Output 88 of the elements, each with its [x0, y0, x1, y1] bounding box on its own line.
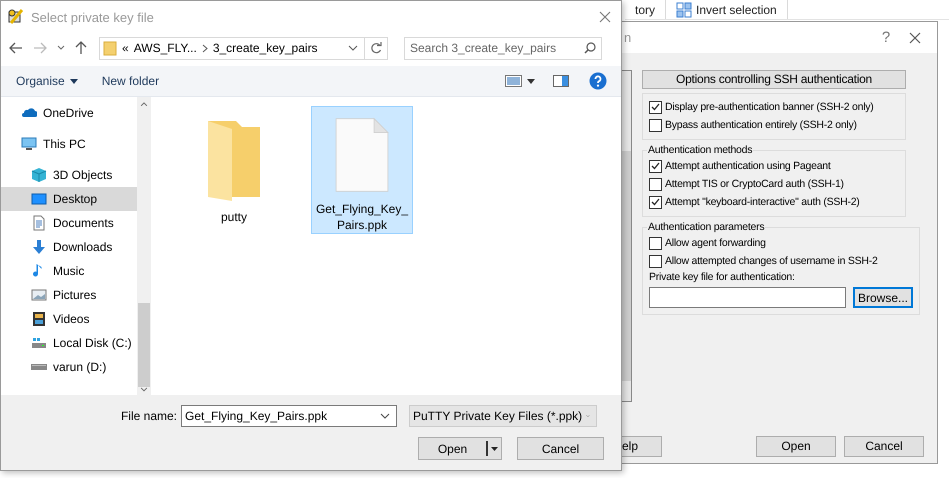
file-item[interactable]: putty: [183, 106, 285, 234]
chevron-down-icon[interactable]: [348, 44, 358, 52]
nav-item[interactable]: Local Disk (C:): [1, 331, 137, 355]
window-title: n: [624, 30, 632, 45]
nav-item[interactable]: Desktop: [1, 187, 137, 211]
checkbox[interactable]: [649, 160, 662, 172]
checkbox-label[interactable]: Attempt authentication using Pageant: [665, 160, 831, 172]
caret-icon: [70, 78, 78, 84]
close-icon[interactable]: [909, 32, 921, 44]
key-icon: [7, 8, 25, 26]
ribbon-button[interactable]: tory: [635, 2, 656, 16]
preview-pane-icon[interactable]: [553, 74, 569, 88]
breadcrumb-overflow[interactable]: «: [122, 41, 129, 55]
checkbox-label[interactable]: Attempt "keyboard-interactive" auth (SSH-2): [665, 196, 860, 208]
cancel-button[interactable]: Cancel: [517, 437, 604, 460]
checkbox[interactable]: [649, 118, 662, 132]
check-icon: [651, 162, 660, 170]
open-button[interactable]: Open: [418, 437, 502, 460]
scrollbar[interactable]: [622, 70, 632, 402]
search-icon: [584, 42, 596, 54]
close-icon[interactable]: [599, 11, 611, 23]
nav-item[interactable]: Downloads: [1, 235, 137, 259]
nav-item[interactable]: OneDrive: [1, 101, 137, 125]
breadcrumb[interactable]: AWS_FLY...: [134, 41, 197, 55]
checkbox[interactable]: [649, 100, 662, 114]
file-type-dropdown[interactable]: PuTTY Private Key Files (*.ppk): [409, 405, 597, 427]
nav-item[interactable]: Documents: [1, 211, 137, 235]
help-icon[interactable]: [589, 72, 607, 90]
search-field[interactable]: Search 3_create_key_pairs: [404, 36, 602, 60]
chevron-right-icon: [202, 44, 208, 52]
checkbox[interactable]: [649, 196, 662, 208]
dialog-button[interactable]: Open: [756, 436, 836, 456]
nav-item[interactable]: Music: [1, 259, 137, 283]
scroll-up-icon[interactable]: [140, 102, 148, 107]
browse-button[interactable]: Browse...: [853, 287, 913, 308]
caret-icon: [491, 446, 498, 450]
field-label: Private key file for authentication:: [649, 271, 796, 283]
nav-item[interactable]: 3D Objects: [1, 163, 137, 187]
checkbox-label[interactable]: Bypass authentication entirely (SSH-2 only): [665, 119, 857, 131]
file-item[interactable]: Get_Flying_Key_Pairs.ppk: [311, 106, 413, 234]
scrollbar[interactable]: [137, 97, 151, 395]
help-button[interactable]: ?: [871, 29, 901, 46]
nav-item[interactable]: varun (D:): [1, 355, 137, 379]
ribbon-button[interactable]: Invert selection: [696, 2, 777, 16]
hard-drive-icon: [31, 364, 47, 370]
toolbar-button[interactable]: New folder: [102, 74, 160, 88]
up-arrow-icon[interactable]: [75, 41, 87, 55]
scrollbar-thumb[interactable]: [138, 302, 150, 388]
toolbar-button[interactable]: Organise: [16, 74, 78, 88]
picture-icon: [31, 287, 47, 303]
checkbox[interactable]: [649, 178, 662, 190]
desktop-icon: [31, 191, 47, 207]
monitor-icon: [21, 136, 37, 152]
file-name-field[interactable]: Get_Flying_Key_Pairs.ppk: [181, 405, 397, 427]
nav-item[interactable]: Videos: [1, 307, 137, 331]
folder-icon: [103, 40, 117, 56]
breadcrumb[interactable]: 3_create_key_pairs: [212, 41, 318, 55]
input-field[interactable]: [649, 287, 846, 308]
document-icon: [31, 215, 47, 231]
chevron-down-icon: [380, 413, 390, 419]
checkbox[interactable]: [649, 254, 662, 268]
download-arrow-icon: [31, 239, 47, 255]
back-arrow-icon[interactable]: [9, 42, 23, 54]
checkbox-label[interactable]: Allow agent forwarding: [665, 237, 766, 249]
cube-icon: [31, 167, 47, 183]
address-bar[interactable]: « AWS_FLY... 3_create_key_pairs: [99, 36, 388, 60]
refresh-icon[interactable]: [370, 42, 382, 54]
dialog-button[interactable]: elp: [622, 436, 662, 456]
group-title: Authentication parameters: [647, 221, 766, 233]
scroll-down-icon[interactable]: [140, 387, 148, 392]
field-label: File name:: [120, 409, 178, 423]
section-header: Options controlling SSH authentication: [642, 70, 906, 89]
dialog-button[interactable]: Cancel: [844, 436, 924, 456]
nav-item[interactable]: This PC: [1, 132, 137, 156]
checkbox[interactable]: [649, 236, 662, 250]
check-icon: [651, 103, 660, 111]
nav-item[interactable]: Pictures: [1, 283, 137, 307]
scrollbar-thumb[interactable]: [622, 151, 631, 381]
checkbox-label[interactable]: Allow attempted changes of username in SSH-2: [665, 255, 878, 267]
checkbox-label[interactable]: Display pre-authentication banner (SSH-2 only): [665, 101, 874, 113]
view-icon[interactable]: [505, 74, 535, 88]
chevron-down-icon[interactable]: [57, 45, 65, 51]
window-title: Select private key file: [31, 10, 155, 24]
group-title: Authentication methods: [647, 144, 754, 156]
hard-drive-icon: [31, 335, 47, 351]
checkbox-label[interactable]: Attempt TIS or CryptoCard auth (SSH-1): [665, 178, 844, 190]
film-icon: [31, 311, 47, 327]
check-icon: [651, 198, 660, 206]
